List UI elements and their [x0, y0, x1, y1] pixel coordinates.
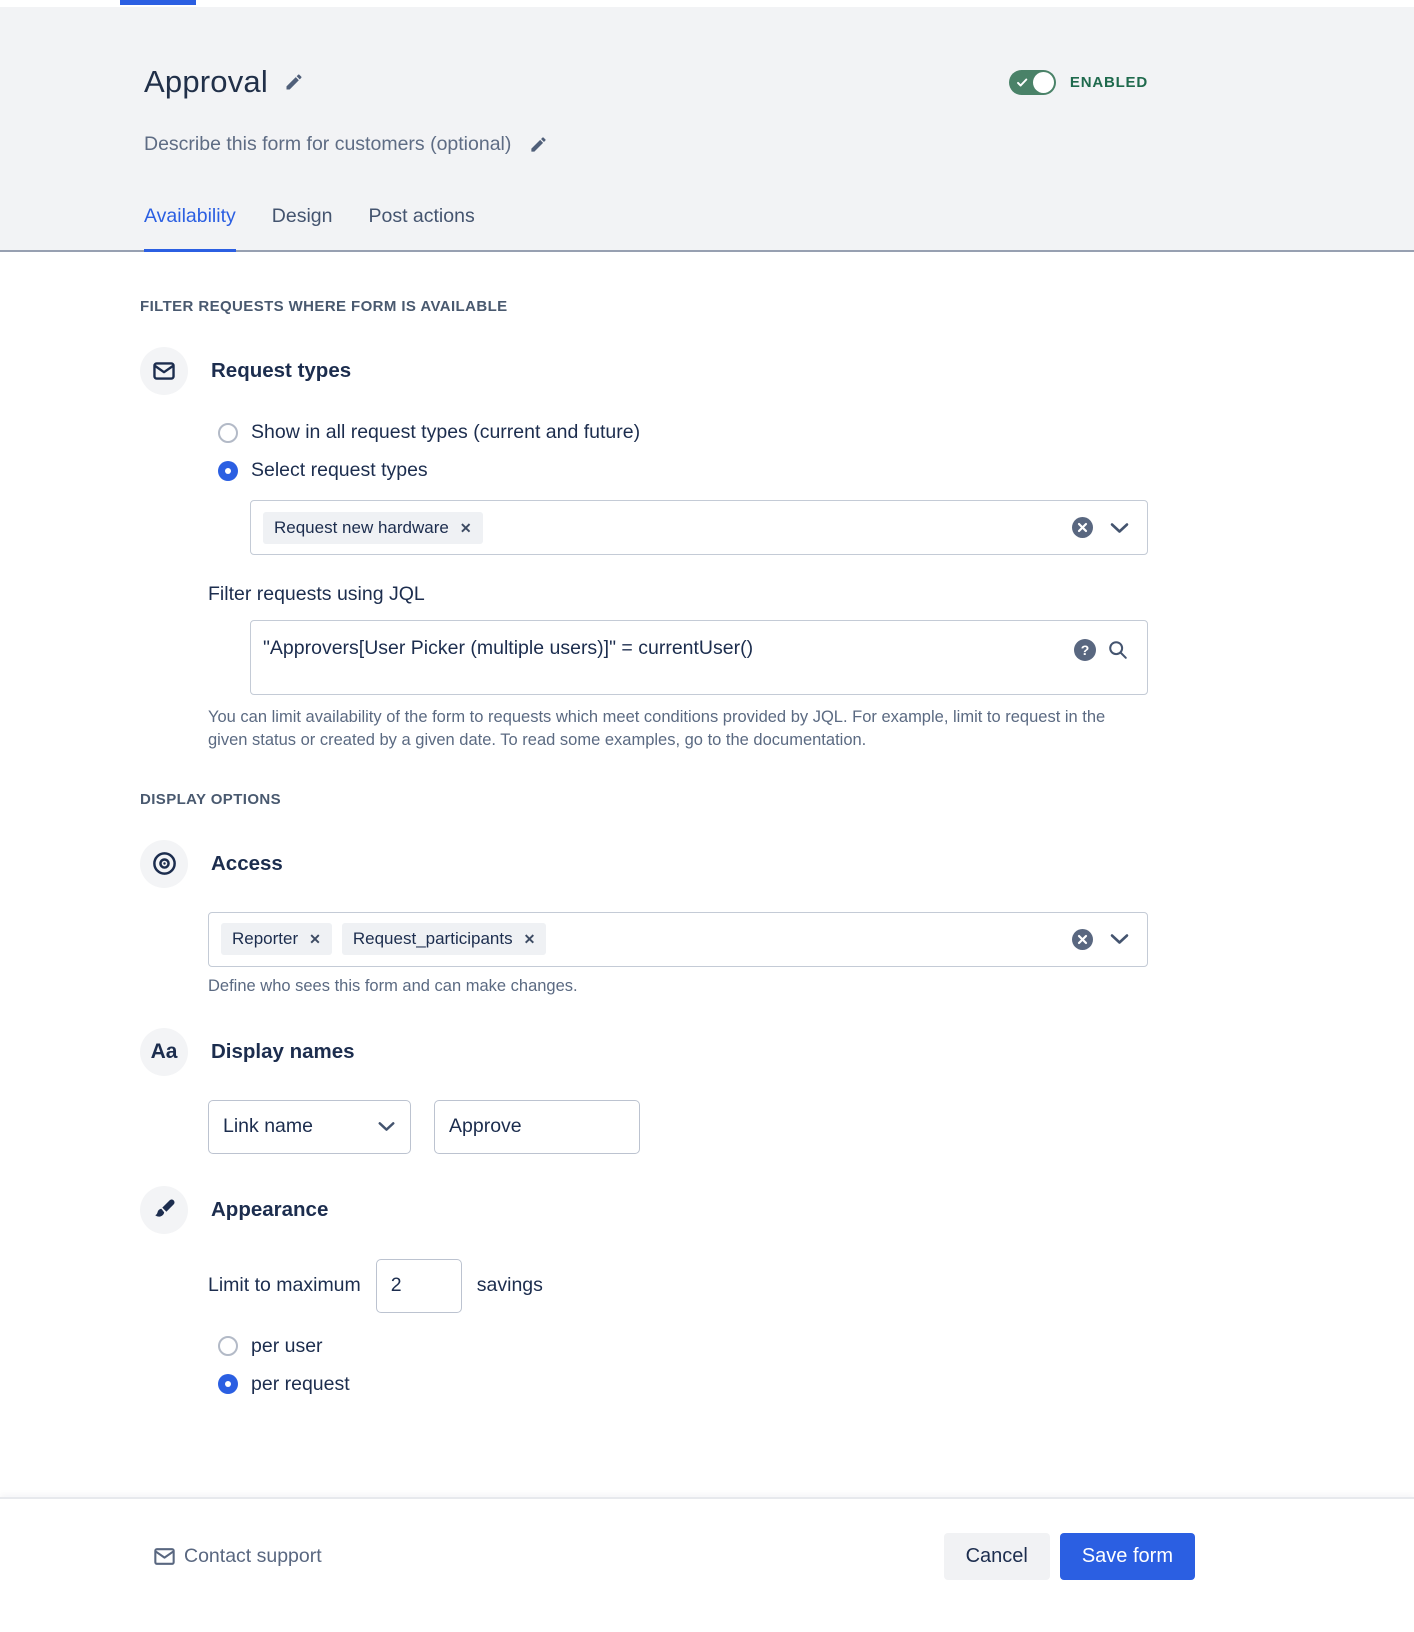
- chevron-down-icon[interactable]: [1110, 933, 1129, 945]
- paintbrush-icon: [154, 1199, 175, 1217]
- radio-label: Select request types: [251, 459, 428, 481]
- tab-bar: Availability Design Post actions: [144, 205, 1148, 252]
- name-type-selected: Link name: [223, 1115, 313, 1138]
- availability-panel: FILTER REQUESTS WHERE FORM IS AVAILABLE …: [0, 252, 1414, 1396]
- request-types-radio-group: Show in all request types (current and f…: [218, 421, 1148, 482]
- display-name-value: Approve: [449, 1115, 522, 1138]
- svg-text:?: ?: [1081, 642, 1090, 658]
- eye-icon: [152, 852, 176, 876]
- check-icon: [1016, 78, 1028, 86]
- access-tag-reporter: Reporter ✕: [221, 923, 332, 956]
- radio-circle-unchecked[interactable]: [218, 1336, 238, 1357]
- radio-label: per user: [251, 1334, 323, 1357]
- display-names-icon-circle: Aa: [140, 1027, 188, 1076]
- request-types-section-header: Request types: [140, 347, 1148, 395]
- chevron-down-icon[interactable]: [1110, 522, 1129, 534]
- access-tag-request-participants: Request_participants ✕: [341, 923, 547, 956]
- access-multiselect[interactable]: Reporter ✕ Request_participants ✕: [208, 911, 1148, 967]
- display-names-controls: Link name Approve: [208, 1099, 1148, 1154]
- contact-support-link[interactable]: Contact support: [152, 1544, 322, 1569]
- access-icon-circle: [140, 839, 188, 888]
- limit-label: Limit to maximum: [208, 1274, 361, 1297]
- radio-per-user[interactable]: per user: [218, 1335, 1148, 1358]
- edit-description-icon[interactable]: [529, 135, 548, 154]
- limit-value: 2: [390, 1274, 402, 1297]
- limit-row: Limit to maximum 2 savings: [208, 1258, 1148, 1313]
- form-description-placeholder: Describe this form for customers (option…: [144, 133, 512, 155]
- radio-label: Show in all request types (current and f…: [251, 421, 641, 443]
- display-names-heading: Display names: [211, 1039, 355, 1063]
- active-tab-indicator-top: [120, 0, 196, 5]
- limit-number-input[interactable]: 2: [375, 1258, 462, 1313]
- save-form-button[interactable]: Save form: [1059, 1533, 1195, 1580]
- jql-label: Filter requests using JQL: [208, 583, 425, 605]
- clear-all-icon[interactable]: [1072, 517, 1093, 538]
- jql-help-icon[interactable]: ?: [1074, 639, 1096, 666]
- appearance-section-header: Appearance: [140, 1185, 1148, 1234]
- access-heading: Access: [211, 851, 283, 875]
- cancel-button[interactable]: Cancel: [943, 1533, 1050, 1580]
- request-types-icon-circle: [140, 347, 188, 395]
- remove-tag-icon[interactable]: ✕: [524, 932, 536, 946]
- chevron-down-icon: [378, 1122, 395, 1132]
- name-type-dropdown[interactable]: Link name: [208, 1099, 411, 1154]
- request-types-multiselect[interactable]: Request new hardware ✕: [250, 500, 1148, 555]
- jql-value: "Approvers[User Picker (multiple users)]…: [263, 637, 754, 659]
- tab-design[interactable]: Design: [272, 205, 333, 252]
- limit-suffix: savings: [476, 1274, 543, 1297]
- radio-circle-unchecked[interactable]: [218, 422, 238, 443]
- appearance-heading: Appearance: [211, 1197, 329, 1221]
- envelope-icon: [154, 1548, 175, 1565]
- edit-title-icon[interactable]: [284, 72, 304, 92]
- display-name-input[interactable]: Approve: [434, 1099, 640, 1154]
- radio-per-request[interactable]: per request: [218, 1373, 1148, 1396]
- limit-scope-radio-group: per user per request: [218, 1335, 1148, 1396]
- remove-tag-icon[interactable]: ✕: [309, 932, 321, 946]
- jql-input[interactable]: "Approvers[User Picker (multiple users)]…: [250, 620, 1148, 695]
- tab-post-actions[interactable]: Post actions: [368, 205, 474, 252]
- typography-icon: Aa: [150, 1039, 178, 1063]
- enabled-label: ENABLED: [1069, 73, 1148, 91]
- top-scroll-strip: [0, 0, 1414, 7]
- filter-section-label: FILTER REQUESTS WHERE FORM IS AVAILABLE: [140, 298, 508, 315]
- appearance-icon-circle: [140, 1185, 188, 1234]
- tab-availability[interactable]: Availability: [144, 205, 236, 252]
- radio-show-all-request-types[interactable]: Show in all request types (current and f…: [218, 421, 1148, 444]
- selected-request-type-tag: Request new hardware ✕: [263, 511, 483, 544]
- radio-label: per request: [251, 1372, 350, 1395]
- radio-select-request-types[interactable]: Select request types: [218, 459, 1148, 482]
- display-options-label: DISPLAY OPTIONS: [140, 790, 282, 808]
- radio-circle-checked[interactable]: [218, 1374, 238, 1395]
- footer-bar: Contact support Cancel Save form: [0, 1497, 1414, 1632]
- form-header: Approval ENABLED Describe this form for …: [0, 7, 1414, 252]
- clear-all-icon[interactable]: [1072, 928, 1093, 950]
- remove-tag-icon[interactable]: ✕: [460, 521, 472, 535]
- form-description-row[interactable]: Describe this form for customers (option…: [144, 133, 1148, 156]
- page-title: Approval: [144, 64, 268, 99]
- radio-circle-checked[interactable]: [218, 460, 238, 481]
- jql-help-text: You can limit availability of the form t…: [208, 708, 1106, 750]
- toggle-knob: [1032, 71, 1054, 93]
- enabled-status: ENABLED: [1008, 69, 1148, 95]
- envelope-icon: [153, 362, 175, 380]
- access-help-text: Define who sees this form and can make c…: [208, 976, 578, 995]
- request-types-heading: Request types: [211, 359, 352, 382]
- contact-support-label: Contact support: [184, 1545, 322, 1567]
- jql-search-icon[interactable]: [1107, 639, 1129, 666]
- enabled-toggle[interactable]: [1008, 69, 1056, 95]
- access-section-header: Access: [140, 839, 1148, 888]
- display-names-section-header: Aa Display names: [140, 1027, 1148, 1076]
